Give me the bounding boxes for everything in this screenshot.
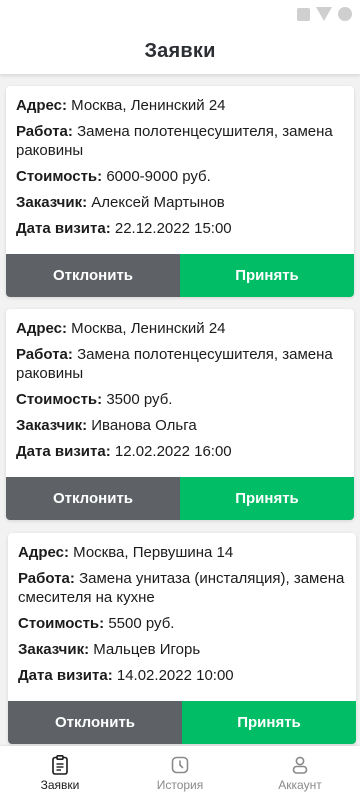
cost-label: Стоимость: [16, 391, 103, 408]
customer-field: Заказчик: Мальцев Игорь [18, 640, 346, 659]
visit-date-label: Дата визита: [16, 443, 111, 460]
card-actions: Отклонить Принять [6, 254, 354, 297]
accept-button[interactable]: Принять [180, 477, 354, 520]
cost-field: Стоимость: 3500 руб. [16, 390, 344, 409]
nav-item-account[interactable]: Аккаунт [240, 746, 360, 800]
address-label: Адрес: [16, 320, 67, 337]
work-label: Работа: [16, 346, 73, 363]
system-status-icons [297, 7, 352, 21]
work-field: Работа: Замена полотенцесушителя, замена… [16, 122, 344, 160]
nav-label: Аккаунт [278, 777, 322, 792]
request-card: Адрес: Москва, Первушина 14 Работа: Заме… [8, 533, 356, 744]
address-field: Адрес: Москва, Ленинский 24 [16, 96, 344, 115]
visit-date-label: Дата визита: [18, 667, 113, 684]
cost-value: 6000-9000 руб. [106, 168, 211, 185]
cost-field: Стоимость: 6000-9000 руб. [16, 167, 344, 186]
accept-button[interactable]: Принять [182, 701, 356, 744]
work-label: Работа: [18, 570, 75, 587]
visit-date-label: Дата визита: [16, 220, 111, 237]
page-title: Заявки [144, 39, 216, 62]
app-header: Заявки [0, 28, 360, 74]
customer-label: Заказчик: [16, 417, 88, 434]
request-card-body: Адрес: Москва, Ленинский 24 Работа: Заме… [6, 309, 354, 461]
customer-label: Заказчик: [16, 194, 88, 211]
cost-label: Стоимость: [18, 615, 105, 632]
customer-field: Заказчик: Алексей Мартынов [16, 193, 344, 212]
card-actions: Отклонить Принять [6, 477, 354, 520]
request-card: Адрес: Москва, Ленинский 24 Работа: Заме… [6, 86, 354, 297]
address-value: Москва, Ленинский 24 [71, 320, 226, 337]
request-card-body: Адрес: Москва, Первушина 14 Работа: Заме… [8, 533, 356, 685]
address-field: Адрес: Москва, Ленинский 24 [16, 319, 344, 338]
circle-icon [338, 7, 352, 21]
visit-date-value: 12.02.2022 16:00 [114, 443, 232, 460]
request-card-body: Адрес: Москва, Ленинский 24 Работа: Заме… [6, 86, 354, 238]
square-icon [297, 7, 310, 21]
address-value: Москва, Ленинский 24 [71, 97, 226, 114]
cost-field: Стоимость: 5500 руб. [18, 614, 346, 633]
work-field: Работа: Замена полотенцесушителя, замена… [16, 345, 344, 383]
customer-value: Иванова Ольга [91, 417, 197, 434]
user-icon [290, 755, 310, 775]
cost-value: 5500 руб. [108, 615, 175, 632]
status-bar [0, 0, 360, 28]
work-label: Работа: [16, 123, 73, 140]
cost-value: 3500 руб. [106, 391, 173, 408]
visit-date-value: 22.12.2022 15:00 [114, 220, 232, 237]
visit-date-field: Дата визита: 22.12.2022 15:00 [16, 219, 344, 238]
customer-label: Заказчик: [18, 641, 90, 658]
address-value: Москва, Первушина 14 [73, 544, 234, 561]
address-label: Адрес: [16, 97, 67, 114]
bottom-navigation: Заявки История Аккаунт [0, 746, 360, 800]
decline-button[interactable]: Отклонить [6, 254, 180, 297]
customer-field: Заказчик: Иванова Ольга [16, 416, 344, 435]
nav-item-requests[interactable]: Заявки [0, 746, 120, 800]
nav-label: История [156, 777, 204, 792]
app-screen: Заявки Адрес: Москва, Ленинский 24 Работ… [0, 0, 360, 800]
clock-icon [170, 755, 190, 775]
nav-item-history[interactable]: История [120, 746, 240, 800]
customer-value: Алексей Мартынов [91, 194, 225, 211]
decline-button[interactable]: Отклонить [8, 701, 182, 744]
address-field: Адрес: Москва, Первушина 14 [18, 543, 346, 562]
card-actions: Отклонить Принять [8, 701, 356, 744]
accept-button[interactable]: Принять [180, 254, 354, 297]
nav-label: Заявки [40, 777, 80, 792]
customer-value: Мальцев Игорь [93, 641, 201, 658]
request-card: Адрес: Москва, Ленинский 24 Работа: Заме… [6, 309, 354, 520]
visit-date-field: Дата визита: 14.02.2022 10:00 [18, 666, 346, 685]
cost-label: Стоимость: [16, 168, 103, 185]
decline-button[interactable]: Отклонить [6, 477, 180, 520]
triangle-icon [316, 7, 332, 21]
clipboard-icon [50, 754, 70, 775]
visit-date-value: 14.02.2022 10:00 [116, 667, 234, 684]
visit-date-field: Дата визита: 12.02.2022 16:00 [16, 442, 344, 461]
work-field: Работа: Замена унитаза (инсталяция), зам… [18, 569, 346, 607]
address-label: Адрес: [18, 544, 69, 561]
